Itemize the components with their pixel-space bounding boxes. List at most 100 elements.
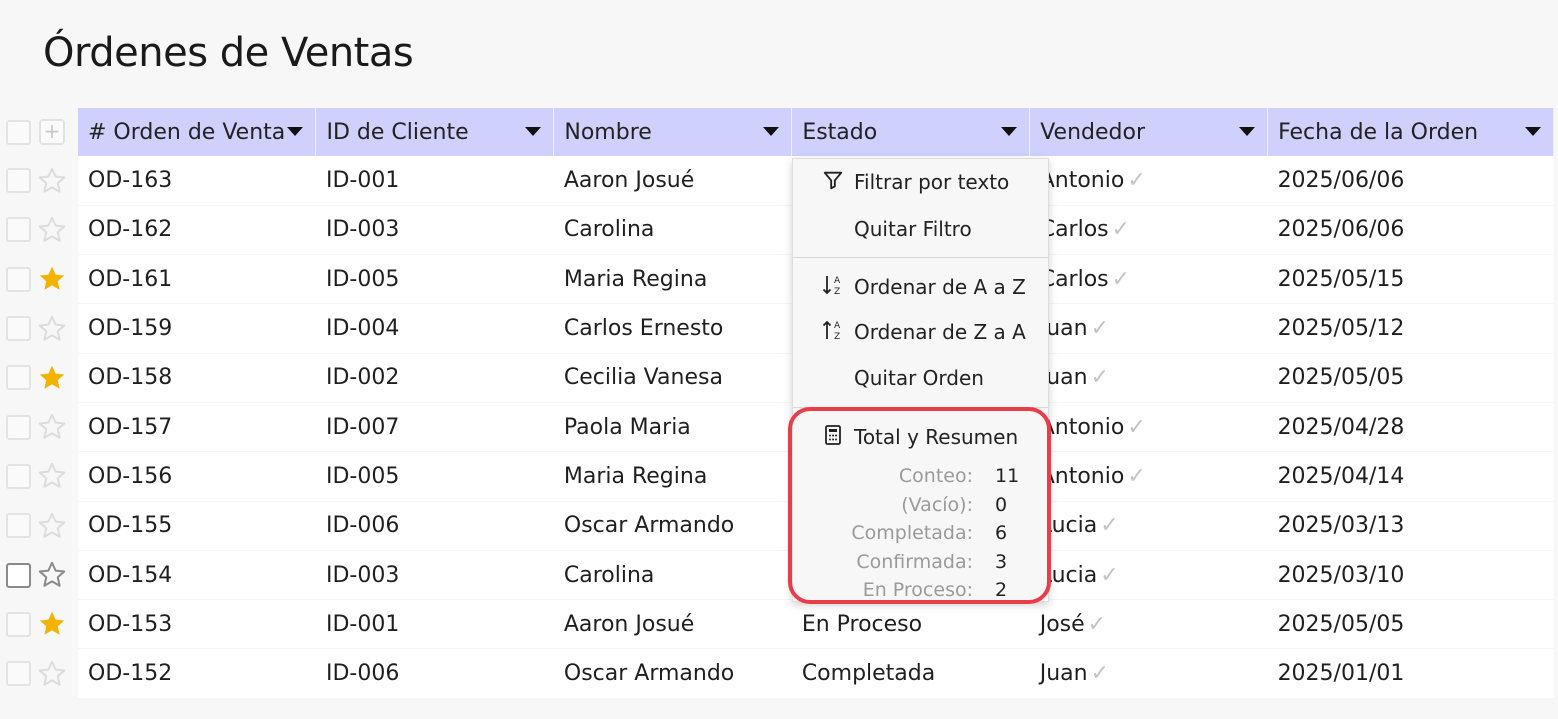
star-icon[interactable] (37, 511, 67, 541)
row-checkbox[interactable] (6, 217, 31, 243)
cell-cliente-link[interactable]: ID-005 (315, 254, 554, 305)
cell-fecha: 2025/05/05 (1267, 353, 1554, 403)
cell-nombre: Aaron Josué (553, 599, 792, 650)
star-icon[interactable] (37, 215, 67, 245)
menu-item-summary[interactable]: Total y Resumen (793, 417, 1048, 457)
menu-item-label: Filtrar por texto (854, 170, 1010, 194)
column-header-label: Fecha de la Orden (1278, 119, 1479, 145)
chevron-down-icon[interactable] (1001, 127, 1018, 136)
cell-cliente-link[interactable]: ID-003 (315, 205, 554, 256)
cell-cliente-link[interactable]: ID-005 (315, 451, 554, 502)
menu-item-sort-za[interactable]: AZ Ordenar de Z a A (793, 312, 1048, 352)
column-header-cliente[interactable]: ID de Cliente (315, 108, 555, 156)
chevron-down-icon[interactable] (763, 127, 780, 136)
column-header-orden[interactable]: # Orden de Venta (78, 108, 317, 156)
star-icon[interactable] (37, 461, 67, 491)
cell-fecha: 2025/06/06 (1267, 205, 1554, 256)
cell-cliente-link[interactable]: ID-006 (315, 501, 554, 551)
column-header-vendedor[interactable]: Vendedor (1029, 108, 1269, 156)
row-checkbox[interactable] (6, 562, 31, 588)
row-selector (0, 255, 78, 304)
cell-orden: OD-154 (78, 550, 316, 601)
cell-orden: OD-152 (78, 648, 316, 699)
cell-orden: OD-155 (78, 501, 316, 551)
table-row[interactable]: OD-152 ID-006 Oscar Armando Completada Juan ✓… (78, 648, 1554, 699)
column-header-label: ID de Cliente (326, 119, 469, 145)
cell-orden: OD-156 (78, 451, 316, 502)
column-header-estado[interactable]: Estado (791, 108, 1031, 156)
column-header-fecha[interactable]: Fecha de la Orden (1267, 108, 1554, 156)
menu-divider (793, 257, 1048, 258)
cell-cliente-link[interactable]: ID-002 (315, 353, 554, 403)
check-icon: ✓ (1127, 463, 1146, 489)
cell-vendedor: Carlos ✓ (1029, 254, 1268, 305)
star-icon[interactable] (37, 560, 67, 590)
column-header-nombre[interactable]: Nombre (553, 108, 793, 156)
star-icon[interactable] (37, 166, 67, 196)
star-icon[interactable] (37, 659, 67, 689)
cell-cliente-link[interactable]: ID-004 (315, 303, 554, 354)
star-icon[interactable] (37, 412, 67, 442)
vendedor-name: Juan (1039, 661, 1088, 687)
cell-orden: OD-161 (78, 254, 316, 305)
cell-nombre: Aaron Josué (553, 156, 792, 206)
menu-item-remove-sort[interactable]: Quitar Orden (793, 358, 1048, 398)
sort-ascending-icon: AZ (821, 273, 845, 302)
row-checkbox[interactable] (6, 463, 31, 489)
row-checkbox[interactable] (6, 513, 31, 539)
summary-label: (Vacío): (901, 493, 973, 516)
row-checkbox[interactable] (6, 611, 31, 637)
cell-cliente-link[interactable]: ID-006 (315, 648, 554, 699)
cell-cliente-link[interactable]: ID-007 (315, 402, 554, 453)
column-header-label: # Orden de Venta (88, 119, 286, 145)
vendedor-name: Antonio (1039, 463, 1125, 489)
summary-label: Conteo: (898, 465, 973, 487)
row-checkbox[interactable] (6, 266, 31, 292)
chevron-down-icon[interactable] (1239, 127, 1256, 136)
check-icon: ✓ (1111, 217, 1131, 243)
selector-header: + (0, 108, 78, 156)
cell-nombre: Carolina (553, 550, 792, 601)
cell-fecha: 2025/01/01 (1267, 648, 1554, 699)
row-checkbox[interactable] (6, 414, 31, 440)
cell-nombre: Oscar Armando (553, 501, 792, 551)
cell-fecha: 2025/05/05 (1267, 599, 1554, 650)
cell-cliente-link[interactable]: ID-001 (315, 156, 554, 206)
summary-label: Confirmada: (856, 550, 973, 573)
star-icon[interactable] (37, 363, 67, 393)
star-icon[interactable] (37, 609, 67, 639)
menu-item-filter-text[interactable]: Filtrar por texto (793, 162, 1048, 202)
cell-vendedor: Lucia ✓ (1029, 550, 1268, 601)
row-checkbox[interactable] (6, 168, 31, 194)
chevron-down-icon[interactable] (287, 127, 304, 136)
row-selector (0, 205, 78, 254)
check-icon: ✓ (1127, 414, 1146, 440)
star-icon[interactable] (37, 314, 67, 344)
select-all-checkbox[interactable] (6, 119, 31, 145)
row-checkbox[interactable] (6, 661, 31, 687)
row-checkbox[interactable] (6, 316, 31, 342)
cell-cliente-link[interactable]: ID-001 (315, 599, 554, 650)
cell-nombre: Maria Regina (553, 254, 792, 305)
chevron-down-icon[interactable] (1525, 127, 1541, 136)
cell-estado: Completada (791, 648, 1030, 699)
menu-item-remove-filter[interactable]: Quitar Filtro (793, 209, 1048, 249)
summary-stats: Conteo: 11 (Vacío): 0 Completada: 6 Confirmada… (793, 465, 1048, 608)
cell-nombre: Maria Regina (553, 451, 792, 502)
cell-cliente-link[interactable]: ID-003 (315, 550, 554, 601)
funnel-icon (821, 169, 845, 196)
row-selector-column: + (0, 108, 78, 698)
check-icon: ✓ (1127, 167, 1146, 193)
star-icon[interactable] (37, 264, 67, 294)
cell-fecha: 2025/06/06 (1267, 156, 1554, 206)
row-checkbox[interactable] (6, 365, 31, 391)
chevron-down-icon[interactable] (525, 127, 542, 136)
cell-vendedor: Antonio ✓ (1029, 451, 1268, 502)
menu-item-sort-az[interactable]: AZ Ordenar de A a Z (793, 267, 1048, 307)
plus-icon[interactable]: + (39, 119, 65, 145)
cell-vendedor: Juan ✓ (1029, 353, 1268, 403)
check-icon: ✓ (1090, 365, 1109, 391)
svg-text:A: A (834, 276, 841, 286)
summary-label: En Proceso: (862, 579, 973, 601)
cell-nombre: Paola Maria (553, 402, 792, 453)
